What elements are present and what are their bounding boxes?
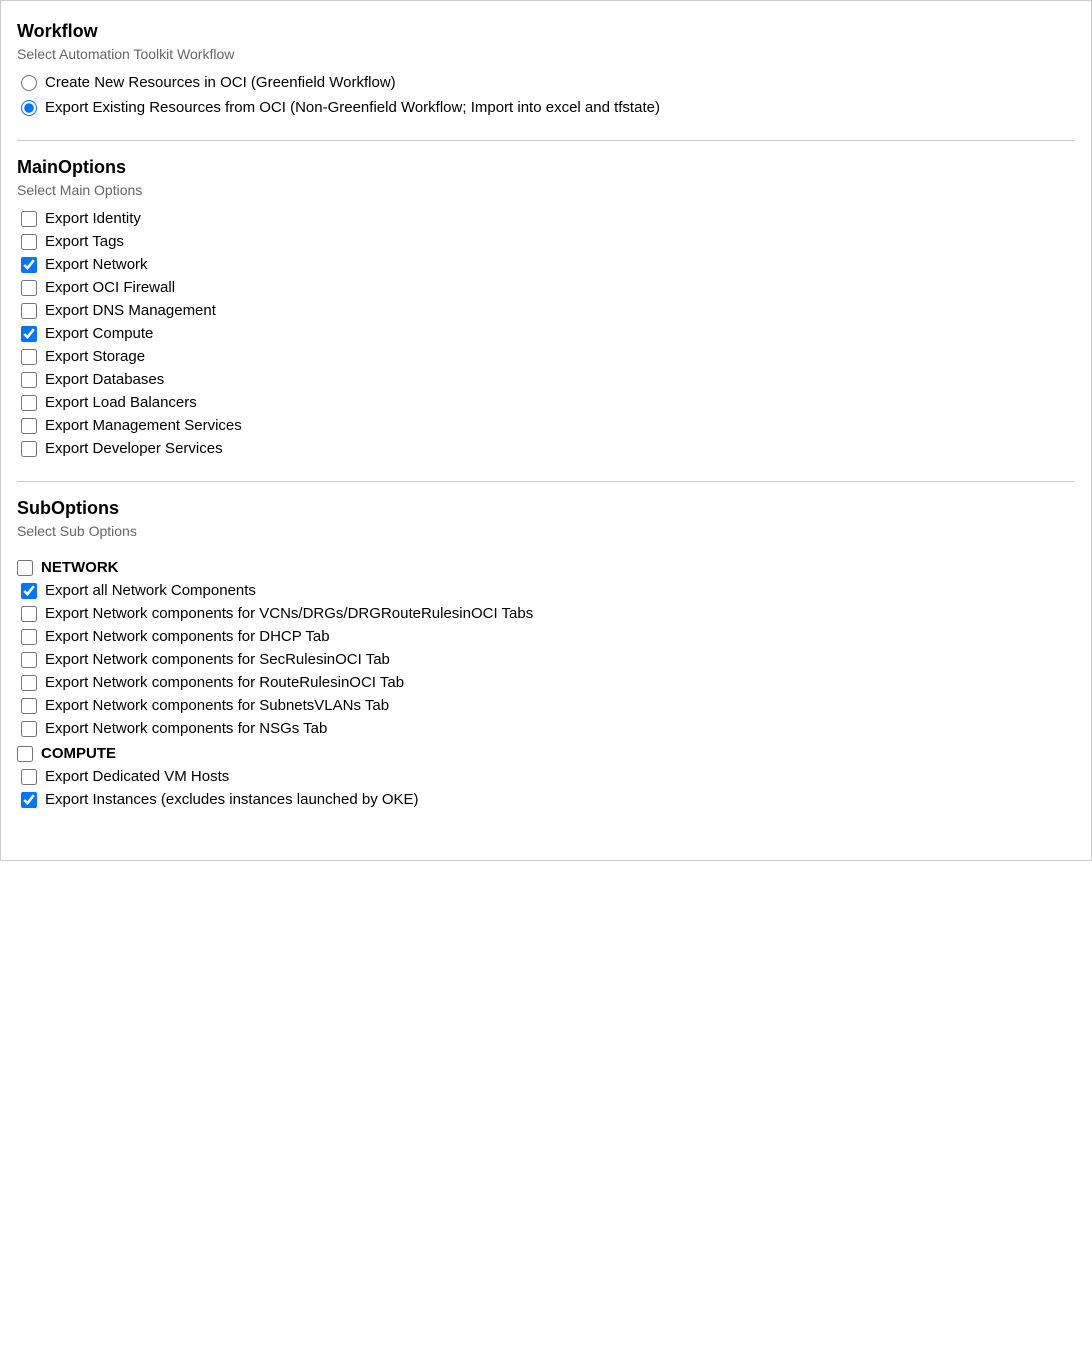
workflow-title: Workflow bbox=[17, 21, 1075, 42]
workflow-subtitle: Select Automation Toolkit Workflow bbox=[17, 46, 1075, 62]
workflow-radio-group: Create New Resources in OCI (Greenfield … bbox=[17, 74, 1075, 116]
label-export-compute: Export Compute bbox=[45, 325, 153, 342]
main-option-export-storage[interactable]: Export Storage bbox=[21, 348, 1071, 365]
label-export-developer-services: Export Developer Services bbox=[45, 440, 223, 457]
label-export-oci-firewall: Export OCI Firewall bbox=[45, 279, 175, 296]
label-export-dns-management: Export DNS Management bbox=[45, 302, 216, 319]
label-export-routerules: Export Network components for RouteRules… bbox=[45, 674, 404, 691]
main-options-list: Export Identity Export Tags Export Network… bbox=[17, 210, 1071, 457]
sub-options-scroll[interactable]: NETWORKExport all Network ComponentsExpo… bbox=[17, 551, 1075, 816]
sub-option-export-dedicated-vm[interactable]: Export Dedicated VM Hosts bbox=[21, 768, 1071, 785]
label-export-identity: Export Identity bbox=[45, 210, 141, 227]
checkbox-export-all-network[interactable] bbox=[21, 583, 37, 599]
main-option-export-oci-firewall[interactable]: Export OCI Firewall bbox=[21, 279, 1071, 296]
checkbox-export-secrules[interactable] bbox=[21, 652, 37, 668]
checkbox-export-identity[interactable] bbox=[21, 211, 37, 227]
label-export-vcns-drgs: Export Network components for VCNs/DRGs/… bbox=[45, 605, 533, 622]
label-export-secrules: Export Network components for SecRulesin… bbox=[45, 651, 390, 668]
label-export-instances: Export Instances (excludes instances lau… bbox=[45, 791, 419, 808]
group-label-network-group: NETWORK bbox=[41, 559, 119, 576]
main-options-title: MainOptions bbox=[17, 157, 1075, 178]
sub-option-export-dhcp[interactable]: Export Network components for DHCP Tab bbox=[21, 628, 1071, 645]
group-header-network-group: NETWORK bbox=[17, 559, 1071, 576]
sub-option-export-vcns-drgs[interactable]: Export Network components for VCNs/DRGs/… bbox=[21, 605, 1071, 622]
label-export-nsgs: Export Network components for NSGs Tab bbox=[45, 720, 327, 737]
main-option-export-developer-services[interactable]: Export Developer Services bbox=[21, 440, 1071, 457]
sub-option-export-routerules[interactable]: Export Network components for RouteRules… bbox=[21, 674, 1071, 691]
label-export-all-network: Export all Network Components bbox=[45, 582, 256, 599]
group-label-compute-group: COMPUTE bbox=[41, 745, 116, 762]
main-options-scroll[interactable]: Export Identity Export Tags Export Network… bbox=[17, 210, 1075, 457]
checkbox-export-vcns-drgs[interactable] bbox=[21, 606, 37, 622]
workflow-option-non-greenfield[interactable]: Export Existing Resources from OCI (Non-… bbox=[21, 99, 1075, 116]
sub-option-export-instances[interactable]: Export Instances (excludes instances lau… bbox=[21, 791, 1071, 808]
label-export-dedicated-vm: Export Dedicated VM Hosts bbox=[45, 768, 229, 785]
checkbox-export-databases[interactable] bbox=[21, 372, 37, 388]
group-checkbox-compute-group[interactable] bbox=[17, 746, 33, 762]
workflow-section: Workflow Select Automation Toolkit Workf… bbox=[17, 21, 1075, 116]
group-items-network-group: Export all Network Components Export Netw… bbox=[17, 582, 1071, 737]
main-option-export-network[interactable]: Export Network bbox=[21, 256, 1071, 273]
sub-options-title: SubOptions bbox=[17, 498, 1075, 519]
label-export-databases: Export Databases bbox=[45, 371, 164, 388]
checkbox-export-routerules[interactable] bbox=[21, 675, 37, 691]
checkbox-export-dedicated-vm[interactable] bbox=[21, 769, 37, 785]
sub-options-section: SubOptions Select Sub Options NETWORK Exp… bbox=[17, 498, 1075, 816]
main-option-export-load-balancers[interactable]: Export Load Balancers bbox=[21, 394, 1071, 411]
main-option-export-databases[interactable]: Export Databases bbox=[21, 371, 1071, 388]
checkbox-export-subnetsvlans[interactable] bbox=[21, 698, 37, 714]
group-header-compute-group: COMPUTE bbox=[17, 745, 1071, 762]
checkbox-export-compute[interactable] bbox=[21, 326, 37, 342]
checkbox-export-dhcp[interactable] bbox=[21, 629, 37, 645]
main-option-export-compute[interactable]: Export Compute bbox=[21, 325, 1071, 342]
workflow-label-non-greenfield: Export Existing Resources from OCI (Non-… bbox=[45, 99, 660, 116]
sub-option-export-secrules[interactable]: Export Network components for SecRulesin… bbox=[21, 651, 1071, 668]
main-option-export-tags[interactable]: Export Tags bbox=[21, 233, 1071, 250]
checkbox-export-network[interactable] bbox=[21, 257, 37, 273]
checkbox-export-storage[interactable] bbox=[21, 349, 37, 365]
main-options-section: MainOptions Select Main Options Export I… bbox=[17, 157, 1075, 457]
workflow-radio-greenfield[interactable] bbox=[21, 75, 37, 91]
main-option-export-dns-management[interactable]: Export DNS Management bbox=[21, 302, 1071, 319]
main-options-subtitle: Select Main Options bbox=[17, 182, 1075, 198]
sub-option-export-subnetsvlans[interactable]: Export Network components for SubnetsVLA… bbox=[21, 697, 1071, 714]
label-export-network: Export Network bbox=[45, 256, 148, 273]
label-export-tags: Export Tags bbox=[45, 233, 124, 250]
sub-option-export-nsgs[interactable]: Export Network components for NSGs Tab bbox=[21, 720, 1071, 737]
checkbox-export-developer-services[interactable] bbox=[21, 441, 37, 457]
label-export-storage: Export Storage bbox=[45, 348, 145, 365]
label-export-load-balancers: Export Load Balancers bbox=[45, 394, 197, 411]
checkbox-export-oci-firewall[interactable] bbox=[21, 280, 37, 296]
sub-option-export-all-network[interactable]: Export all Network Components bbox=[21, 582, 1071, 599]
sub-options-subtitle: Select Sub Options bbox=[17, 523, 1075, 539]
label-export-dhcp: Export Network components for DHCP Tab bbox=[45, 628, 330, 645]
workflow-radio-non-greenfield[interactable] bbox=[21, 100, 37, 116]
checkbox-export-instances[interactable] bbox=[21, 792, 37, 808]
divider-1 bbox=[17, 140, 1075, 141]
workflow-option-greenfield[interactable]: Create New Resources in OCI (Greenfield … bbox=[21, 74, 1075, 91]
checkbox-export-tags[interactable] bbox=[21, 234, 37, 250]
group-items-compute-group: Export Dedicated VM Hosts Export Instance… bbox=[17, 768, 1071, 808]
checkbox-export-nsgs[interactable] bbox=[21, 721, 37, 737]
divider-2 bbox=[17, 481, 1075, 482]
page-container: Workflow Select Automation Toolkit Workf… bbox=[0, 0, 1092, 861]
checkbox-export-management-services[interactable] bbox=[21, 418, 37, 434]
label-export-management-services: Export Management Services bbox=[45, 417, 242, 434]
main-option-export-identity[interactable]: Export Identity bbox=[21, 210, 1071, 227]
group-checkbox-network-group[interactable] bbox=[17, 560, 33, 576]
label-export-subnetsvlans: Export Network components for SubnetsVLA… bbox=[45, 697, 389, 714]
workflow-label-greenfield: Create New Resources in OCI (Greenfield … bbox=[45, 74, 396, 91]
main-option-export-management-services[interactable]: Export Management Services bbox=[21, 417, 1071, 434]
checkbox-export-load-balancers[interactable] bbox=[21, 395, 37, 411]
checkbox-export-dns-management[interactable] bbox=[21, 303, 37, 319]
sub-options-container: NETWORKExport all Network ComponentsExpo… bbox=[17, 559, 1071, 808]
